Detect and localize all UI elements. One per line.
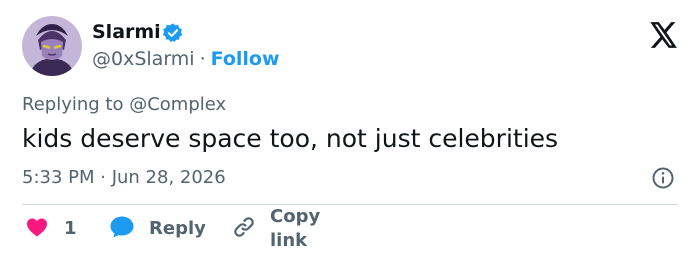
- copy-link-label: Copy link: [270, 206, 321, 251]
- heart-icon: [26, 217, 48, 241]
- author-display-name[interactable]: Slarmi: [92, 20, 161, 44]
- author-handle[interactable]: @0xSlarmi: [92, 48, 195, 70]
- divider: [22, 204, 678, 205]
- info-icon[interactable]: [651, 166, 675, 190]
- reply-context-prefix: Replying to: [22, 94, 124, 115]
- speech-bubble-icon: [109, 215, 135, 243]
- like-button[interactable]: 1: [26, 214, 77, 244]
- copy-link-button[interactable]: Copy link: [232, 206, 320, 251]
- tweet-card: Slarmi @0xSlarmi · Follow Replying to @Com…: [0, 0, 700, 256]
- reply-context: Replying to @Complex: [22, 94, 226, 116]
- author-handle-row: @0xSlarmi · Follow: [92, 47, 280, 71]
- reply-label: Reply: [149, 218, 206, 239]
- separator-dot: ·: [199, 48, 206, 70]
- like-count: 1: [64, 218, 77, 239]
- reply-mention-link[interactable]: @Complex: [129, 94, 226, 115]
- tweet-text: kids deserve space too, not just celebri…: [22, 124, 559, 153]
- avatar[interactable]: [22, 16, 82, 76]
- x-logo-icon[interactable]: [650, 22, 678, 48]
- tweet-timestamp[interactable]: 5:33 PM · Jun 28, 2026: [22, 166, 226, 190]
- link-icon: [232, 215, 256, 243]
- verified-badge-icon: [162, 22, 184, 44]
- reply-button[interactable]: Reply: [109, 214, 206, 244]
- follow-button[interactable]: Follow: [211, 48, 280, 70]
